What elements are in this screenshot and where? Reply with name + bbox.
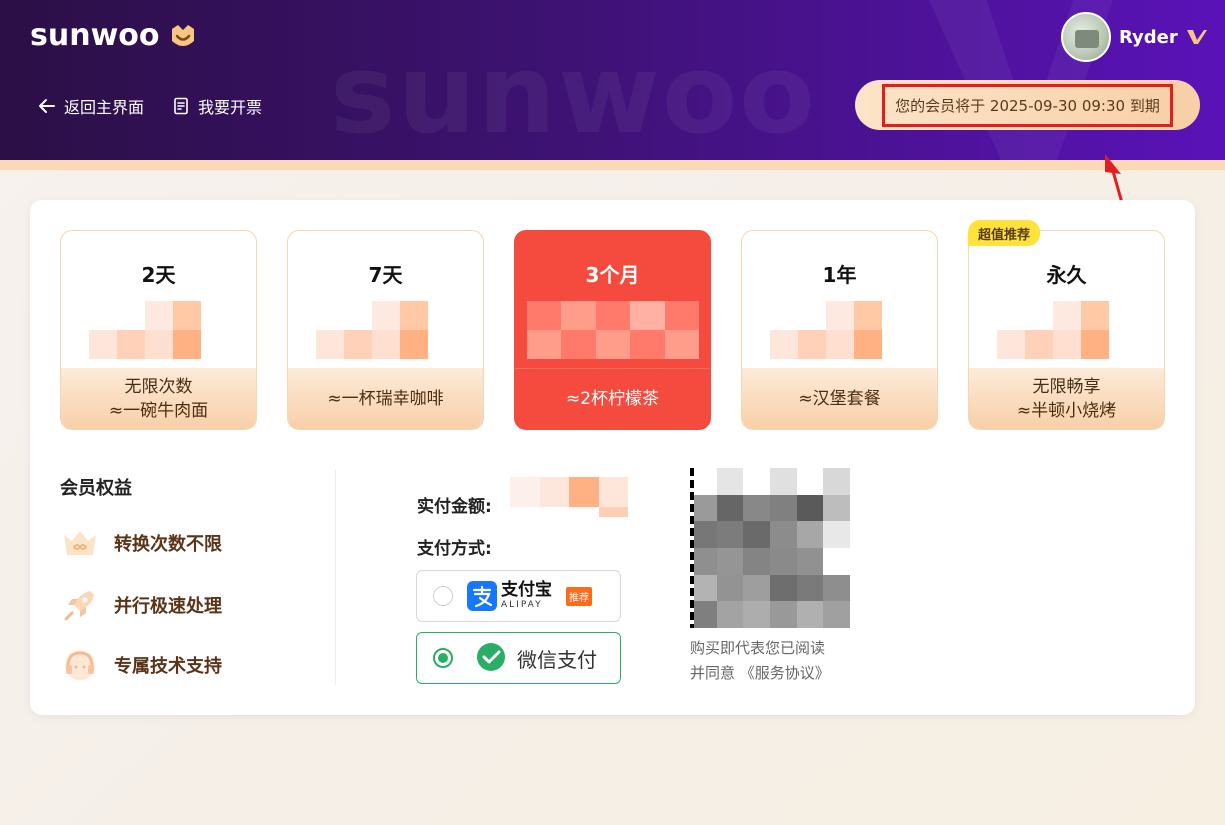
benefit-label: 并行极速处理 <box>114 596 222 617</box>
alipay-option[interactable]: 支付宝 ALIPAY 推荐 <box>416 570 621 622</box>
alipay-icon <box>467 581 497 611</box>
plan-description: 无限次数 ≈一碗牛肉面 <box>61 368 256 429</box>
benefits-title: 会员权益 <box>60 478 132 499</box>
service-agreement-link[interactable]: 《服务协议》 <box>740 664 830 682</box>
invoice-button[interactable]: 我要开票 <box>172 94 262 118</box>
recommended-tag: 推荐 <box>566 586 592 606</box>
plan-price-blurred <box>770 301 910 359</box>
expire-notice-pill: 您的会员将于 2025-09-30 09:30 到期 <box>855 80 1200 130</box>
plan-price-blurred <box>997 301 1137 359</box>
benefit-parallel-processing: 并行极速处理 <box>60 585 222 625</box>
plan-desc-line2: ≈半顿小烧烤 <box>1016 400 1117 421</box>
avatar[interactable] <box>1061 12 1111 62</box>
purchase-card: 2天 无限次数 ≈一碗牛肉面 7天 ≈一杯瑞幸咖啡 3个月 ≈2杯柠檬茶 1年 … <box>30 200 1195 715</box>
header-nav: 返回主界面 我要开票 <box>38 94 262 118</box>
plan-description: 无限畅享 ≈半顿小烧烤 <box>969 368 1164 429</box>
plan-option-7-days[interactable]: 7天 ≈一杯瑞幸咖啡 <box>287 230 484 430</box>
payment-qr-code-blurred <box>690 468 850 628</box>
payment-method-label: 支付方式: <box>417 539 492 559</box>
alipay-radio[interactable] <box>433 586 453 606</box>
wechat-pay-radio[interactable] <box>433 648 453 668</box>
benefit-dedicated-support: 专属技术支持 <box>60 645 222 685</box>
plan-desc-line1: ≈一杯瑞幸咖啡 <box>327 388 444 409</box>
plan-price-blurred <box>316 301 456 359</box>
logo-text: sunwoo <box>30 18 160 53</box>
benefit-unlimited-conversions: 转换次数不限 <box>60 523 222 563</box>
benefit-label: 转换次数不限 <box>114 534 222 555</box>
plan-name: 1年 <box>822 263 857 287</box>
qr-code-edge <box>690 468 694 628</box>
best-value-badge: 超值推荐 <box>968 220 1041 246</box>
amount-value-blurred <box>510 477 628 517</box>
arrow-left-icon <box>39 99 55 113</box>
crown-badge-icon <box>171 24 194 46</box>
wechat-pay-option[interactable]: 微信支付 <box>416 632 621 684</box>
plan-name: 7天 <box>368 263 403 287</box>
header-watermark: sunwoo <box>330 30 817 158</box>
agreement-text: 购买即代表您已阅读 并同意 《服务协议》 <box>690 636 890 686</box>
benefit-label: 专属技术支持 <box>114 656 222 677</box>
plan-price-blurred <box>527 301 699 359</box>
alipay-name: 支付宝 <box>501 580 552 600</box>
amount-label: 实付金额: <box>417 497 492 517</box>
back-to-main-label: 返回主界面 <box>64 98 145 117</box>
plan-name: 永久 <box>1046 263 1087 287</box>
user-profile[interactable]: Ryder <box>1061 12 1208 62</box>
plan-description: ≈一杯瑞幸咖啡 <box>288 368 483 429</box>
agreement-line2-prefix: 并同意 <box>690 664 740 682</box>
crown-infinity-icon <box>64 531 96 555</box>
agreement-line1: 购买即代表您已阅读 <box>690 639 826 657</box>
back-to-main-button[interactable]: 返回主界面 <box>38 94 144 118</box>
plan-name: 3个月 <box>585 263 640 287</box>
plan-desc-line2: ≈一碗牛肉面 <box>108 400 209 421</box>
headset-icon <box>65 650 95 680</box>
invoice-label: 我要开票 <box>198 98 263 117</box>
plan-desc-line1: ≈汉堡套餐 <box>798 388 881 409</box>
alipay-name-en: ALIPAY <box>501 600 543 610</box>
plan-option-1-year[interactable]: 1年 ≈汉堡套餐 <box>741 230 938 430</box>
plan-name: 2天 <box>141 263 176 287</box>
wechat-pay-icon <box>477 643 505 671</box>
header-band <box>0 160 1225 170</box>
plan-description: ≈2杯柠檬茶 <box>515 368 710 429</box>
logo[interactable]: sunwoo <box>30 18 198 53</box>
plan-desc-line1: ≈2杯柠檬茶 <box>565 389 660 409</box>
section-divider <box>335 470 336 685</box>
plan-description: ≈汉堡套餐 <box>742 368 937 429</box>
plan-option-3-months[interactable]: 3个月 ≈2杯柠檬茶 <box>514 230 711 430</box>
expire-notice: 您的会员将于 2025-09-30 09:30 到期 <box>882 83 1173 127</box>
plan-desc-line1: 无限畅享 <box>1032 376 1101 397</box>
vip-v-icon <box>1186 30 1207 44</box>
plan-price-blurred <box>89 301 229 359</box>
plan-option-2-days[interactable]: 2天 无限次数 ≈一碗牛肉面 <box>60 230 257 430</box>
alipay-logo: 支付宝 ALIPAY <box>467 581 552 611</box>
plan-desc-line1: 无限次数 <box>124 376 193 397</box>
plan-option-lifetime[interactable]: 永久 无限畅享 ≈半顿小烧烤 <box>968 230 1165 430</box>
header: sunwoo sunwoo 返回主界面 我要开票 Ryder 您的会员将于 20… <box>0 0 1225 160</box>
user-name: Ryder <box>1119 26 1178 48</box>
rocket-icon <box>64 591 94 621</box>
receipt-icon <box>174 97 188 115</box>
wechat-pay-label: 微信支付 <box>517 647 597 672</box>
